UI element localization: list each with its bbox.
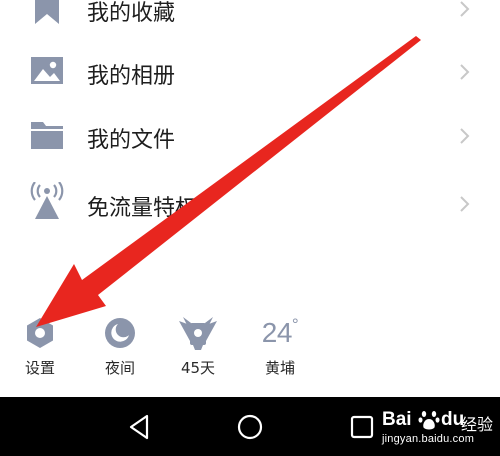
menu-item-favorites[interactable]: 我的收藏 (0, 0, 500, 39)
menu-label: 我的收藏 (87, 1, 176, 26)
image-icon (30, 54, 64, 88)
chevron-right-icon (459, 195, 471, 213)
chevron-right-icon (459, 127, 471, 145)
settings-label: 设置 (24, 359, 55, 377)
menu-label: 免流量特权 (87, 196, 198, 221)
moon-icon (80, 312, 160, 354)
night-mode-button[interactable]: 夜间 (80, 308, 160, 388)
baidu-jingyan-watermark: Bai du 经验 jingyan.baidu.com (378, 409, 496, 453)
days-button[interactable]: 45天 (158, 308, 238, 388)
menu-item-album[interactable]: 我的相册 (0, 40, 500, 104)
back-icon[interactable] (126, 413, 154, 441)
bookmark-icon (30, 0, 64, 24)
days-label: 45天 (180, 359, 216, 377)
gear-icon (0, 312, 80, 354)
watermark-url: jingyan.baidu.com (382, 433, 475, 445)
weather-temp-unit: ° (291, 315, 299, 334)
menu-label: 我的文件 (87, 128, 176, 153)
paw-icon (418, 409, 440, 431)
weather-location-label: 黄埔 (264, 359, 295, 377)
watermark-jingyan: 经验 (461, 415, 494, 434)
signal-tower-icon (30, 182, 64, 219)
weather-button[interactable]: 24° 黄埔 (240, 308, 320, 388)
settings-button[interactable]: 设置 (0, 308, 80, 388)
menu-label: 我的相册 (87, 64, 176, 89)
menu-item-free-data[interactable]: 免流量特权 (0, 170, 500, 234)
night-label: 夜间 (104, 359, 135, 377)
menu-item-files[interactable]: 我的文件 (0, 104, 500, 168)
weather-temperature: 24° (240, 312, 320, 354)
folder-icon (30, 118, 64, 152)
watermark-brand: Bai (382, 409, 412, 430)
chevron-right-icon (459, 63, 471, 81)
home-icon[interactable] (236, 413, 264, 441)
weather-temp-value: 24 (261, 317, 293, 348)
angel-icon (158, 312, 238, 354)
recent-apps-icon[interactable] (348, 413, 376, 441)
chevron-right-icon (459, 0, 471, 18)
